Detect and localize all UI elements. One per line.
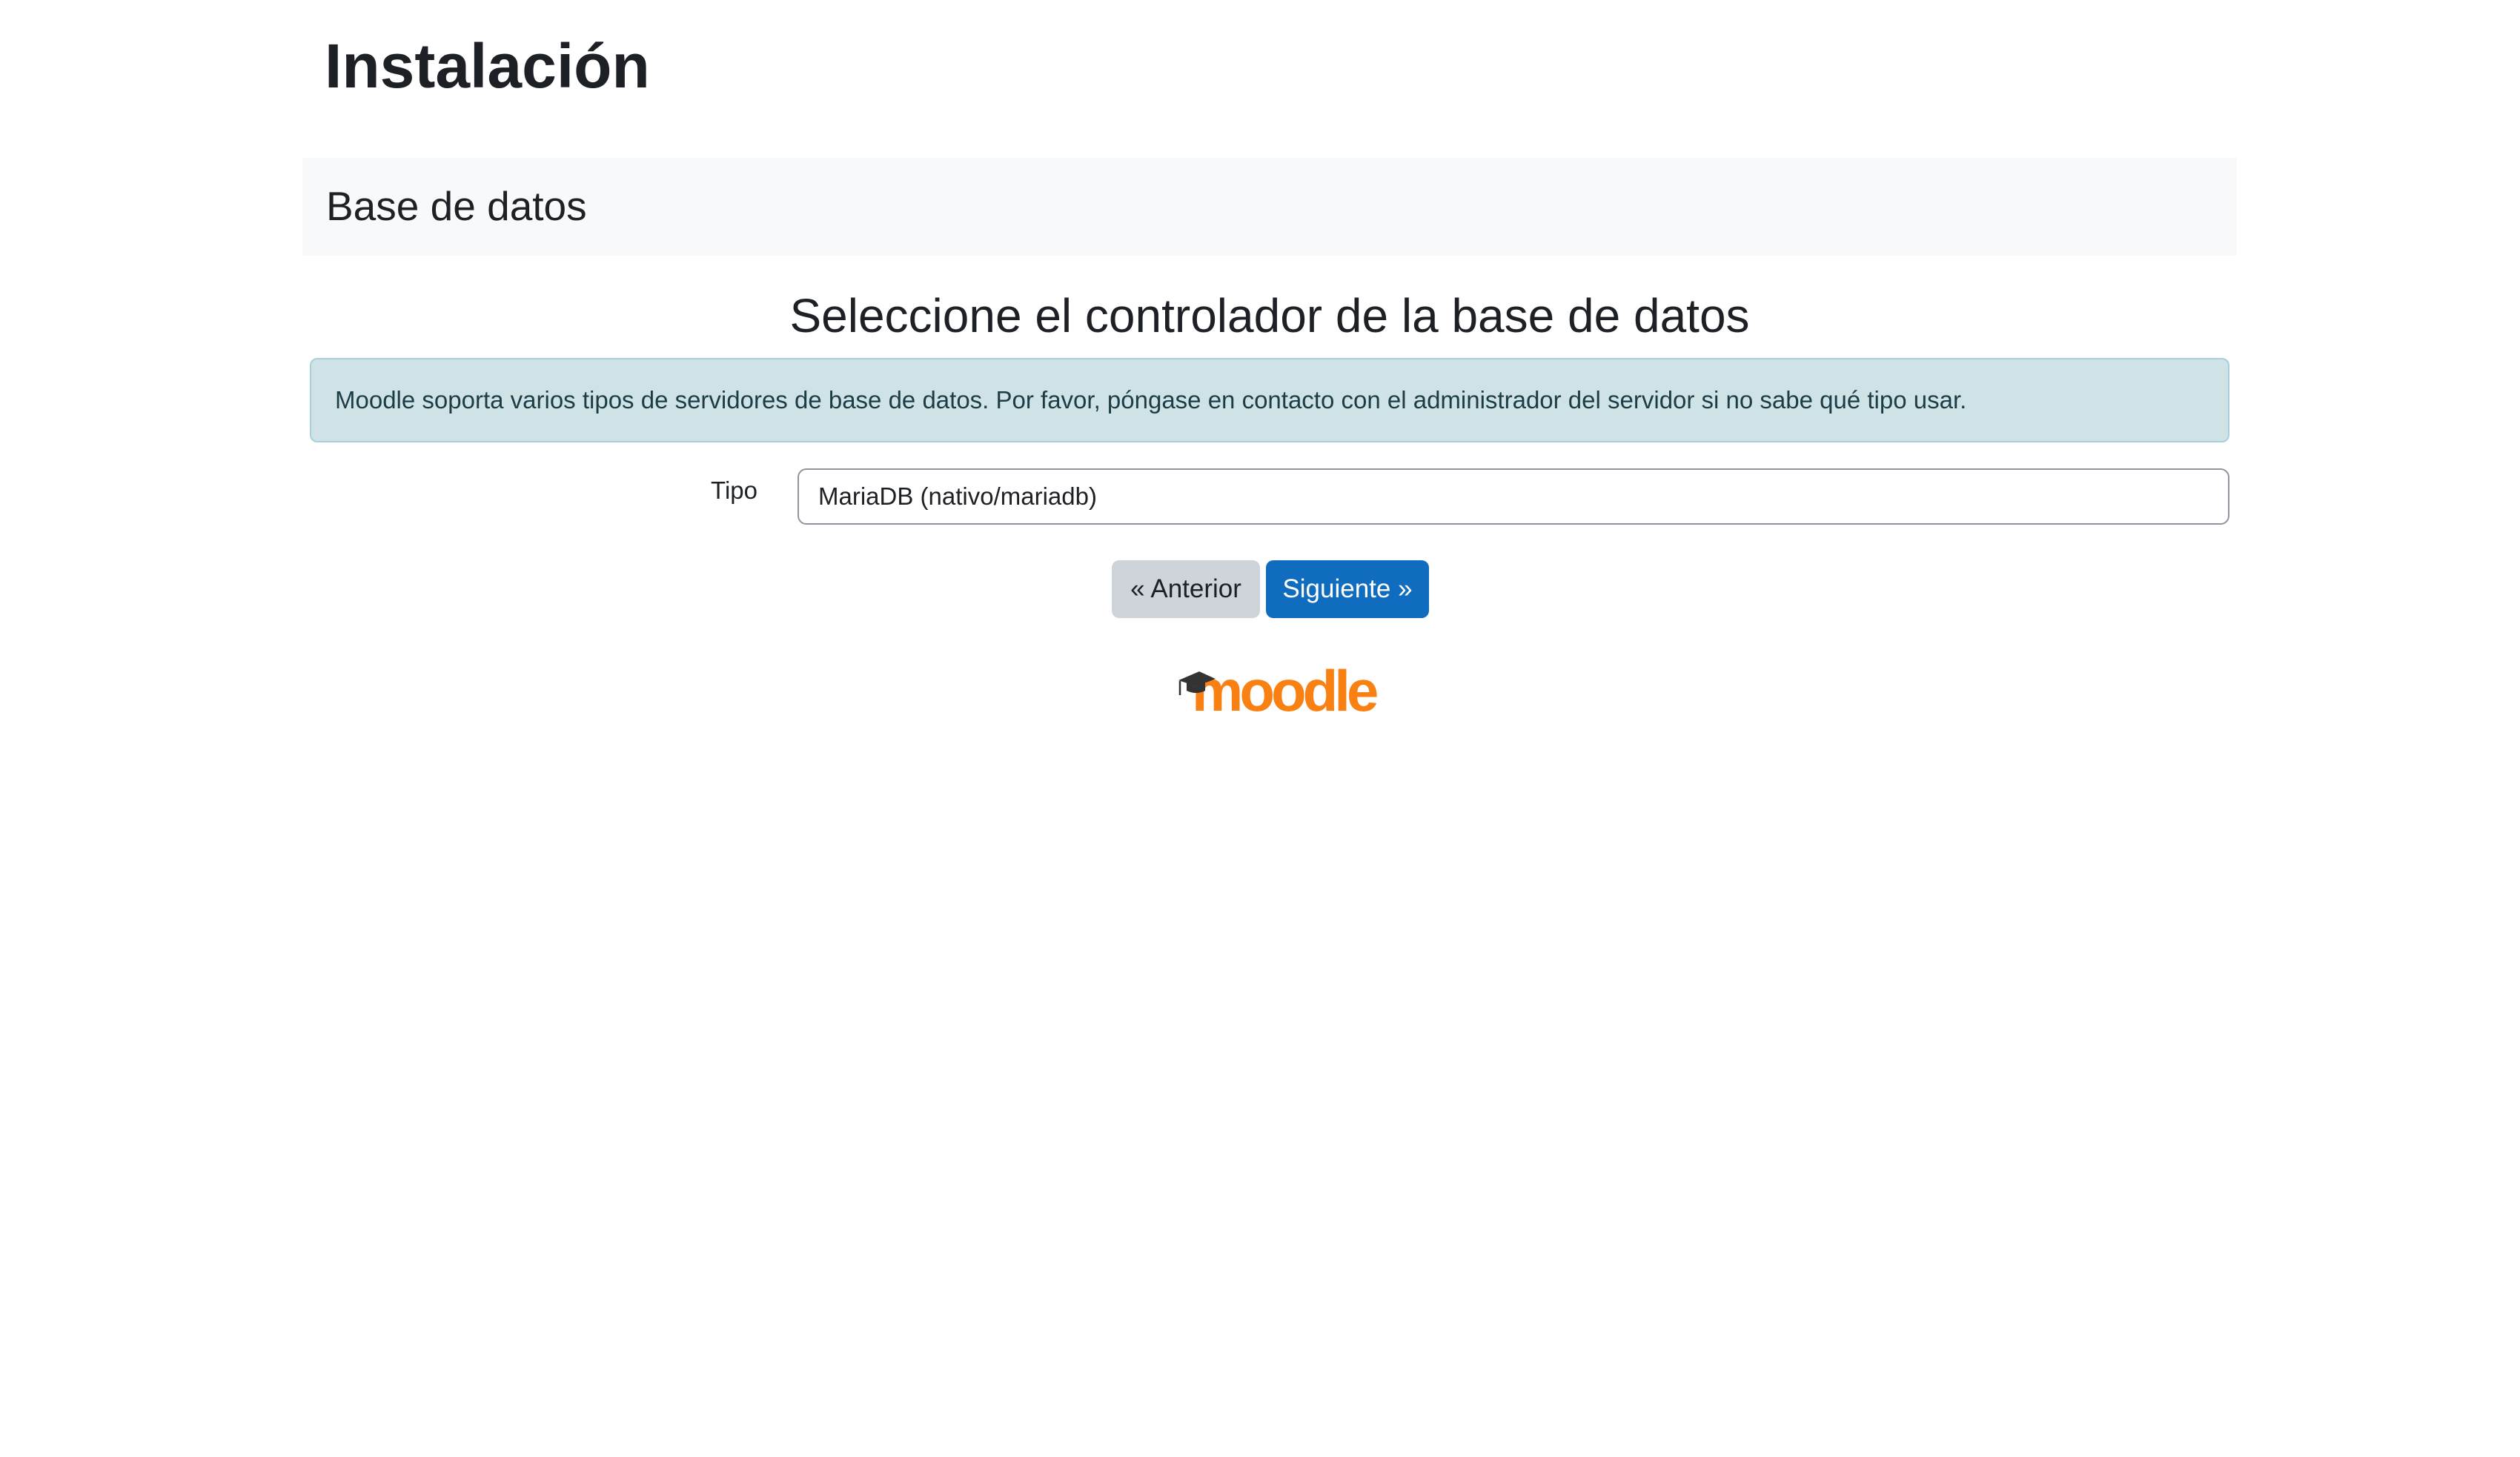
moodle-logo: moodle [1177, 658, 1379, 723]
info-alert-text: Moodle soporta varios tipos de servidore… [335, 386, 1967, 414]
database-type-label: Tipo [711, 477, 757, 504]
moodle-logo-text: moodle [1192, 658, 1379, 723]
previous-button[interactable]: « Anterior [1112, 560, 1260, 618]
graduation-cap-icon [1178, 671, 1216, 695]
database-type-select[interactable]: MariaDB (nativo/mariadb) [798, 468, 2229, 525]
info-alert: Moodle soporta varios tipos de servidore… [310, 358, 2229, 442]
section-heading: Seleccione el controlador de la base de … [789, 289, 1750, 342]
database-type-row: Tipo MariaDB (nativo/mariadb) [310, 468, 2229, 526]
stage-title: Base de datos [326, 183, 587, 229]
database-type-selected-value: MariaDB (nativo/mariadb) [818, 482, 1097, 510]
next-button[interactable]: Siguiente » [1266, 560, 1429, 618]
page-title: Instalación [325, 31, 650, 101]
stage-header: Base de datos [302, 158, 2237, 256]
install-page: Instalación Base de datos Seleccione el … [0, 0, 2520, 1457]
navigation-buttons: « Anterior Siguiente » [0, 560, 2520, 618]
